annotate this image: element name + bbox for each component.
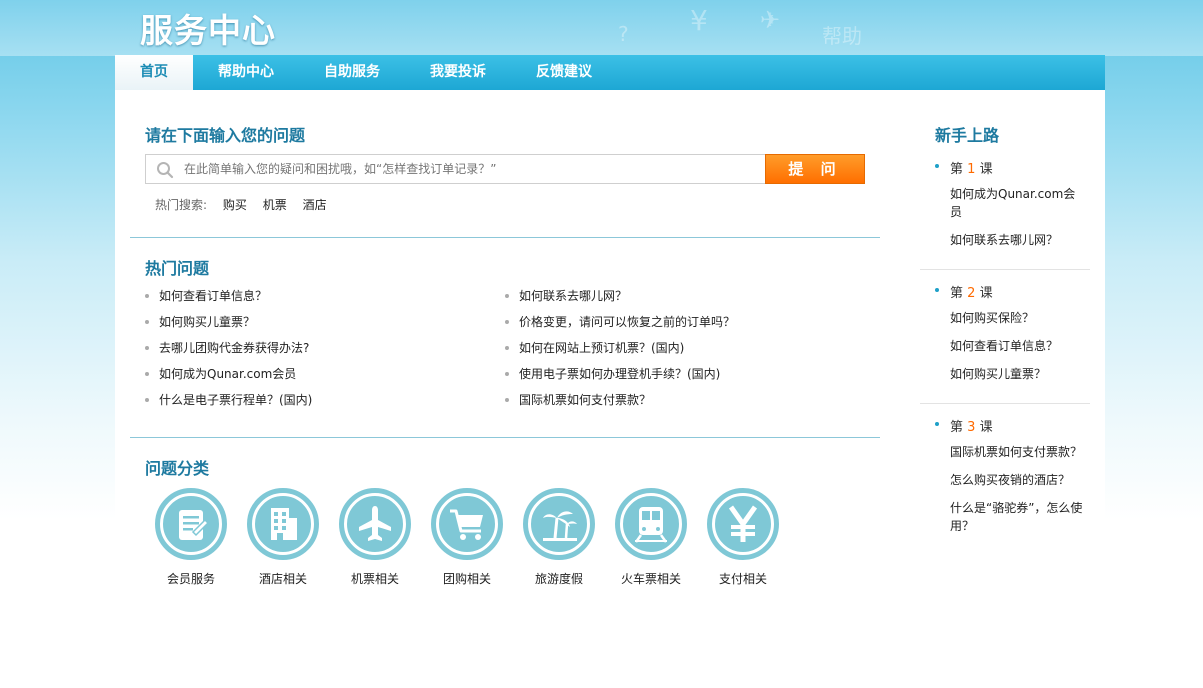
hot-question-link[interactable]: 如何查看订单信息？ bbox=[145, 288, 312, 314]
main-content: 请在下面输入您的问题 提 问 热门搜索: 购买 机票 酒店 热门问题 如何查看订… bbox=[115, 90, 1105, 688]
member-icon bbox=[179, 510, 210, 540]
category-travel[interactable]: 旅游度假 bbox=[513, 488, 605, 587]
lesson-link[interactable]: 什么是“骆驼券”，怎么使用？ bbox=[935, 499, 1085, 535]
search-icon bbox=[157, 162, 174, 179]
category-label: 支付相关 bbox=[718, 572, 767, 586]
hot-question-link[interactable]: 去哪儿团购代金券获得办法? bbox=[145, 340, 312, 366]
ask-question-title: 请在下面输入您的问题 bbox=[145, 126, 306, 145]
tab-complaint[interactable]: 我要投诉 bbox=[405, 55, 511, 90]
category-member[interactable]: 会员服务 bbox=[145, 488, 237, 587]
lesson-number: 1 bbox=[967, 162, 976, 177]
train-icon bbox=[634, 507, 668, 543]
lesson-heading: 第 3 课 bbox=[935, 416, 1090, 435]
category-train[interactable]: 火车票相关 bbox=[605, 488, 697, 587]
tab-self-service[interactable]: 自助服务 bbox=[299, 55, 405, 90]
lesson-link[interactable]: 如何成为Qunar.com会员 bbox=[935, 185, 1085, 221]
hot-question-link[interactable]: 如何联系去哪儿网？ bbox=[505, 288, 735, 314]
hot-question-link[interactable]: 国际机票如何支付票款？ bbox=[505, 392, 735, 418]
palm-tree-icon bbox=[543, 511, 577, 541]
yen-decoration-icon: ¥ bbox=[690, 4, 708, 37]
hot-search-link-hotel[interactable]: 酒店 bbox=[303, 198, 327, 212]
lesson-link[interactable]: 如何查看订单信息？ bbox=[935, 337, 1085, 355]
hot-search-link-buy[interactable]: 购买 bbox=[223, 198, 247, 212]
hot-questions-left-column: 如何查看订单信息？ 如何购买儿童票？ 去哪儿团购代金券获得办法? 如何成为Qun… bbox=[145, 288, 312, 418]
category-hotel[interactable]: 酒店相关 bbox=[237, 488, 329, 587]
hot-search-row: 热门搜索: 购买 机票 酒店 bbox=[155, 196, 327, 213]
tab-home[interactable]: 首页 bbox=[115, 55, 193, 90]
hot-question-link[interactable]: 如何在网站上预订机票？(国内) bbox=[505, 340, 735, 366]
beginner-guide-title: 新手上路 bbox=[935, 126, 1000, 145]
beginner-guide-sidebar: 新手上路 第 1 课 如何成为Qunar.com会员 如何联系去哪儿网？ 第 2… bbox=[920, 122, 1090, 555]
category-label: 会员服务 bbox=[166, 572, 215, 586]
hot-question-link[interactable]: 价格变更，请问可以恢复之前的订单吗？ bbox=[505, 314, 735, 340]
tab-help-center[interactable]: 帮助中心 bbox=[193, 55, 299, 90]
lesson-block: 第 3 课 国际机票如何支付票款？ 怎么购买夜销的酒店？ 什么是“骆驼券”，怎么… bbox=[920, 404, 1090, 555]
search-box bbox=[145, 154, 765, 184]
hot-question-link[interactable]: 如何成为Qunar.com会员 bbox=[145, 366, 312, 392]
hot-questions-right-column: 如何联系去哪儿网？ 价格变更，请问可以恢复之前的订单吗？ 如何在网站上预订机票？… bbox=[505, 288, 735, 418]
lesson-number: 2 bbox=[967, 286, 976, 301]
hot-questions-title: 热门问题 bbox=[145, 259, 210, 278]
category-label: 酒店相关 bbox=[258, 572, 307, 586]
lesson-heading: 第 2 课 bbox=[935, 282, 1090, 301]
lesson-link[interactable]: 如何购买保险？ bbox=[935, 309, 1085, 327]
airplane-icon bbox=[359, 506, 391, 541]
categories-title: 问题分类 bbox=[145, 459, 210, 478]
hot-search-label: 热门搜索: bbox=[155, 198, 208, 212]
hot-search-link-flight[interactable]: 机票 bbox=[263, 198, 287, 212]
main-navbar: 首页 帮助中心 自助服务 我要投诉 反馈建议 bbox=[115, 55, 1105, 90]
header-banner: ¥ 帮助 ? ✈ 服务中心 bbox=[0, 0, 1203, 56]
category-label: 机票相关 bbox=[350, 572, 399, 586]
lesson-link[interactable]: 国际机票如何支付票款？ bbox=[935, 443, 1085, 461]
search-input[interactable] bbox=[184, 155, 759, 183]
hot-question-link[interactable]: 如何购买儿童票？ bbox=[145, 314, 312, 340]
section-divider bbox=[130, 237, 880, 238]
lesson-link[interactable]: 如何购买儿童票？ bbox=[935, 365, 1085, 383]
category-flight[interactable]: 机票相关 bbox=[329, 488, 421, 587]
category-payment[interactable]: 支付相关 bbox=[697, 488, 789, 587]
question-decoration-icon: ? bbox=[618, 22, 629, 46]
tab-feedback[interactable]: 反馈建议 bbox=[511, 55, 617, 90]
ask-button[interactable]: 提 问 bbox=[765, 154, 865, 184]
shopping-cart-icon bbox=[450, 509, 483, 540]
site-title: 服务中心 bbox=[140, 11, 276, 50]
lesson-block: 第 2 课 如何购买保险？ 如何查看订单信息？ 如何购买儿童票？ bbox=[920, 270, 1090, 404]
lesson-block: 第 1 课 如何成为Qunar.com会员 如何联系去哪儿网？ bbox=[920, 146, 1090, 270]
plane-decoration-icon: ✈ bbox=[760, 6, 781, 34]
category-groupbuy[interactable]: 团购相关 bbox=[421, 488, 513, 587]
category-label: 团购相关 bbox=[442, 572, 491, 586]
category-label: 旅游度假 bbox=[534, 572, 583, 586]
hot-question-link[interactable]: 使用电子票如何办理登机手续？(国内) bbox=[505, 366, 735, 392]
lesson-heading: 第 1 课 bbox=[935, 158, 1090, 177]
help-decoration-text: 帮助 bbox=[822, 24, 862, 48]
yen-icon bbox=[728, 505, 758, 542]
lesson-link[interactable]: 怎么购买夜销的酒店？ bbox=[935, 471, 1085, 489]
category-list: 会员服务 酒店相关 机票相关 团购相关 旅游度假 火车票相关 支付相关 bbox=[145, 488, 789, 587]
section-divider bbox=[130, 437, 880, 438]
lesson-link[interactable]: 如何联系去哪儿网？ bbox=[935, 231, 1085, 249]
category-label: 火车票相关 bbox=[620, 572, 681, 586]
hotel-icon bbox=[271, 508, 297, 540]
lesson-number: 3 bbox=[967, 420, 976, 435]
hot-question-link[interactable]: 什么是电子票行程单？(国内) bbox=[145, 392, 312, 418]
